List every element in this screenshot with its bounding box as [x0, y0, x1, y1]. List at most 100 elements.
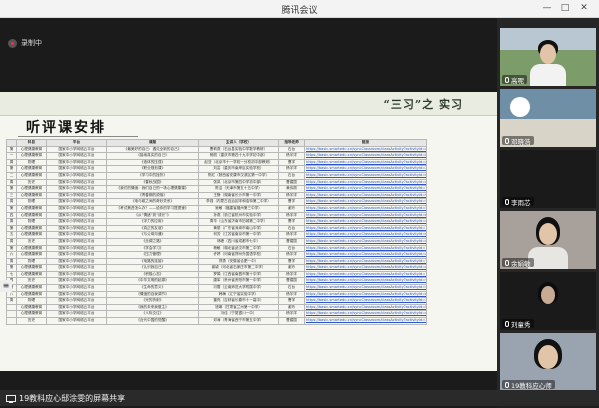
- table-link-cell[interactable]: https://basic.smartedu.cn/syncClassroom/…: [304, 290, 427, 299]
- table-cell: 心理健康教育: [16, 152, 47, 160]
- table-link-cell[interactable]: https://basic.smartedu.cn/syncClassroom/…: [304, 310, 427, 319]
- record-icon: [8, 38, 17, 48]
- table-cell: 杨宇洋: [278, 310, 305, 319]
- table-cell: 曹建国: [278, 237, 305, 246]
- table-cell: 国家中小学网络云平台: [46, 303, 107, 312]
- table-cell: 谢玲: [278, 303, 305, 312]
- participant-tile[interactable]: 19教科应心师: [500, 333, 596, 391]
- table-row: 第心理健康教育 国家中小学网络云平台 《学会学习》 杨敏（湖北省武汉市第二中学） 石台 h…: [6, 244, 427, 253]
- table-link-cell[interactable]: https://basic.smartedu.cn/syncClassroom/…: [304, 270, 427, 279]
- table-row: 七心理健康教育 国家中小学网络云平台 《积极心态》 罗娟（江西省南昌市第十中学） 杨宇洋…: [6, 270, 427, 279]
- table-row: 周历史国家中小学网络云平台《中华文明的起源》唐军（贵州省贵阳市第一中学）曹建国h…: [6, 277, 427, 286]
- table-cell: 《与父母沟通》: [106, 231, 199, 239]
- table-cell: 石台: [278, 244, 305, 253]
- participant-tile[interactable]: 邓晓浩: [500, 89, 596, 147]
- table-cell: 张岚（北京市第四中学初中部）: [198, 178, 279, 187]
- table-cell: 《青春期的烦恼》: [106, 191, 199, 200]
- slide-heading: 听评课安排: [26, 120, 106, 136]
- table-cell: 《接纳真实的自己》: [106, 152, 199, 160]
- table-cell: 国家中小学网络云平台: [46, 270, 107, 279]
- table-cell: 何芳（江苏省南京市第一中学）: [198, 231, 279, 239]
- participant-tile[interactable]: 刘童秀: [500, 272, 596, 330]
- maximize-button[interactable]: □: [558, 2, 572, 15]
- table-link-cell[interactable]: https://basic.smartedu.cn/syncClassroom/…: [304, 237, 427, 246]
- table-link-cell[interactable]: https://basic.smartedu.cn/syncClassroom/…: [304, 198, 427, 206]
- table-link-cell[interactable]: https://basic.smartedu.cn/syncClassroom/…: [304, 317, 427, 325]
- table-link-cell[interactable]: https://basic.smartedu.cn/syncClassroom/…: [304, 231, 427, 239]
- table-cell: 第: [6, 224, 17, 233]
- table-cell: 国家中小学网络云平台: [46, 257, 107, 266]
- table-link-cell[interactable]: https://basic.smartedu.cn/syncClassroom/…: [304, 158, 427, 167]
- table-link-cell[interactable]: https://basic.smartedu.cn/syncClassroom/…: [304, 211, 427, 220]
- table-row: 第心理健康教育国家中小学网络云平台《生命的意义》冯雪（云南师范大学附属中学）石台…: [6, 284, 427, 292]
- table-cell: 《春秋战国》: [106, 178, 199, 187]
- table-cell: 国家中小学网络云平台: [46, 290, 107, 299]
- table-link-cell[interactable]: https://basic.smartedu.cn/syncClassroom/…: [304, 297, 427, 305]
- table-cell: 国家中小学网络云平台: [46, 178, 107, 187]
- table-cell: 黄伟丽: [278, 185, 305, 193]
- table-row: 第心理健康教育 国家中小学网络云平台 《我们的情绪：我们自己的一场心理健康课》 陈洁（…: [6, 185, 427, 193]
- table-cell: 周: [6, 178, 17, 187]
- table-link-cell[interactable]: https://basic.smartedu.cn/syncClassroom/…: [304, 171, 427, 180]
- table-cell: 罗娟（江西省南昌市第十中学）: [198, 270, 279, 279]
- table-cell: 国家中小学网络云平台: [46, 191, 107, 200]
- table-cell: 李强（内蒙古自治区呼和浩特第二中学）: [198, 198, 279, 206]
- table-cell: 曹学: [278, 297, 305, 305]
- table-link-cell[interactable]: https://basic.smartedu.cn/syncClassroom/…: [304, 191, 427, 200]
- recording-indicator[interactable]: 录制中: [8, 37, 42, 49]
- table-row: 周物理 国家中小学网络云平台 《电与磁之间的奇妙关系》 李强（内蒙古自治区呼和浩特第二…: [6, 198, 427, 206]
- participant-tile[interactable]: 李雨芯: [500, 150, 596, 208]
- table-link-cell[interactable]: https://basic.smartedu.cn/syncClassroom/…: [304, 264, 427, 272]
- table-cell: 杨宇洋: [278, 270, 305, 279]
- table-cell: 心理健康教育: [16, 211, 47, 220]
- table-row: 第心理健康教育 国家中小学网络云平台 《职业规划课》 刘芸（重庆市南岸区实验学校） 杨宇…: [6, 165, 427, 173]
- table-link-cell[interactable]: https://basic.smartedu.cn/syncClassroom/…: [304, 218, 427, 226]
- table-link-cell[interactable]: https://basic.smartedu.cn/syncClassroom/…: [304, 165, 427, 173]
- table-link-cell[interactable]: https://basic.smartedu.cn/syncClassroom/…: [304, 277, 427, 286]
- table-header-cell: 课题: [106, 139, 199, 147]
- table-link-cell[interactable]: https://basic.smartedu.cn/syncClassroom/…: [304, 204, 427, 213]
- table-link-cell[interactable]: https://basic.smartedu.cn/syncClassroom/…: [304, 178, 427, 187]
- table-cell: 周: [6, 297, 17, 305]
- table-link-cell[interactable]: https://basic.smartedu.cn/syncClassroom/…: [304, 284, 427, 292]
- mic-icon: [505, 259, 509, 266]
- close-button[interactable]: ✕: [577, 2, 591, 15]
- table-cell: 第: [6, 145, 17, 154]
- table-link-cell[interactable]: https://basic.smartedu.cn/syncClassroom/…: [304, 185, 427, 193]
- table-cell: 国家中小学网络云平台: [46, 284, 107, 292]
- table-cell: 曹建国: [278, 178, 305, 187]
- screen-share-label[interactable]: 19教科应心邸涂雯的屏幕共享: [6, 392, 125, 404]
- table-cell: 国家中小学网络云平台: [46, 310, 107, 319]
- table-row: 周物理 国家中小学网络云平台 《浮力的应用》 周华（山东省济南市历城第二中学） 曹学 ht…: [6, 218, 427, 226]
- face-shape: [540, 44, 556, 64]
- table-cell: 心理健康教育: [16, 303, 47, 312]
- table-cell: 心理健康教育: [16, 204, 47, 213]
- minimize-button[interactable]: —: [540, 2, 554, 15]
- table-cell: 曹建国: [278, 317, 305, 325]
- mic-icon: [505, 320, 509, 327]
- table-cell: 国家中小学网络云平台: [46, 251, 107, 259]
- table-link-cell[interactable]: https://basic.smartedu.cn/syncClassroom/…: [304, 244, 427, 253]
- side-menu-icon[interactable]: ≡: [0, 280, 12, 292]
- table-cell: [6, 303, 17, 312]
- table-link-cell[interactable]: https://basic.smartedu.cn/syncClassroom/…: [304, 145, 427, 154]
- table-cell: 心理健康教育: [16, 165, 47, 173]
- table-link-cell[interactable]: https://basic.smartedu.cn/syncClassroom/…: [304, 257, 427, 266]
- table-cell: 董亮（吉林省长春市十一高中）: [198, 297, 279, 305]
- table-cell: 五: [6, 231, 17, 239]
- table-cell: 周: [6, 218, 17, 226]
- table-cell: 心理健康教育: [16, 310, 47, 319]
- table-cell: 《考试焦虑怎么办？——给你的学习提提速》: [106, 204, 199, 213]
- table-cell: 曹莉燕（石台县实验中学数学教研）: [198, 145, 279, 154]
- table-header-cell: 链接: [304, 139, 427, 147]
- table-cell: 历史: [16, 277, 47, 286]
- participant-tile[interactable]: 余娟敏: [500, 211, 596, 269]
- table-row: 周历史 国家中小学网络云平台 《丝绸之路》 林峰（四川省成都市七中） 曹建国 https:…: [6, 237, 427, 246]
- table-link-cell[interactable]: https://basic.smartedu.cn/syncClassroom/…: [304, 303, 427, 312]
- participant-tile[interactable]: 高呢: [500, 28, 596, 86]
- table-link-cell[interactable]: https://basic.smartedu.cn/syncClassroom/…: [304, 224, 427, 233]
- table-link-cell[interactable]: https://basic.smartedu.cn/syncClassroom/…: [304, 152, 427, 160]
- table-cell: 第: [6, 204, 17, 213]
- face-shape: [541, 286, 555, 304]
- table-link-cell[interactable]: https://basic.smartedu.cn/syncClassroom/…: [304, 251, 427, 259]
